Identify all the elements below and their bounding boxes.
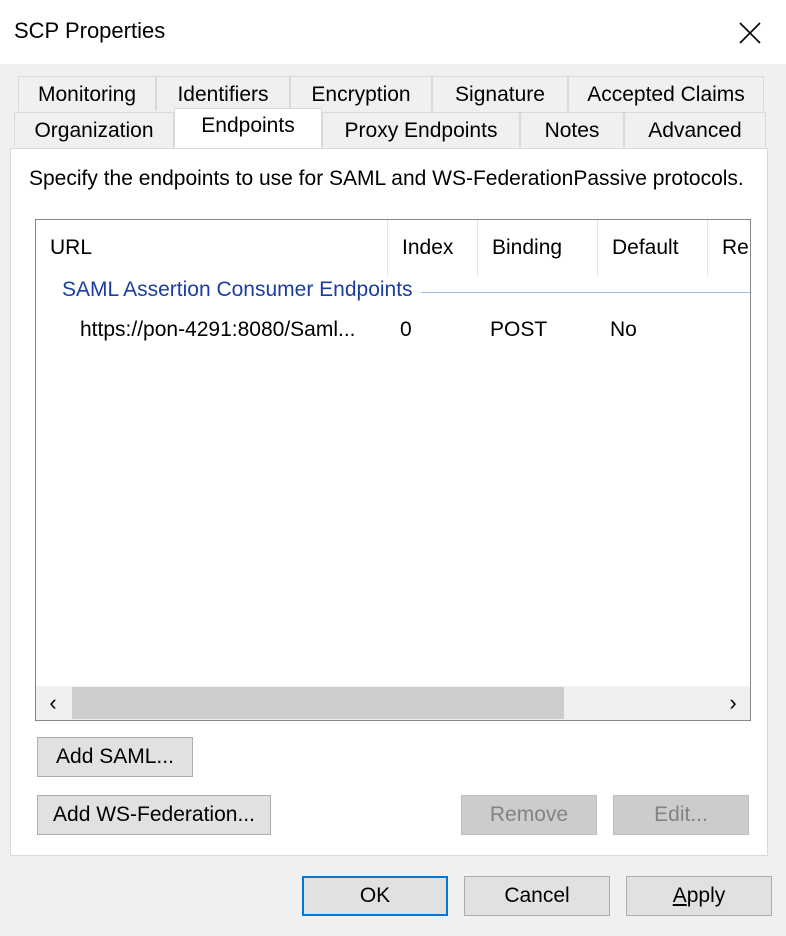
cancel-button[interactable]: Cancel: [464, 876, 610, 916]
tab-signature[interactable]: Signature: [432, 76, 568, 111]
column-header-index[interactable]: Index: [388, 220, 478, 276]
tab-organization[interactable]: Organization: [14, 112, 174, 147]
close-button[interactable]: [728, 12, 772, 52]
add-ws-federation-button[interactable]: Add WS-Federation...: [37, 795, 271, 835]
group-label-saml-acs[interactable]: SAML Assertion Consumer Endpoints: [62, 278, 421, 302]
column-header-binding[interactable]: Binding: [478, 220, 598, 276]
apply-button[interactable]: Apply: [626, 876, 772, 916]
endpoints-tab-page: Specify the endpoints to use for SAML an…: [10, 148, 768, 856]
page-description: Specify the endpoints to use for SAML an…: [29, 167, 744, 190]
tab-proxy-endpoints[interactable]: Proxy Endpoints: [322, 112, 520, 147]
scroll-right-icon[interactable]: ›: [716, 686, 750, 720]
endpoints-list[interactable]: URL Index Binding Default Re SAML Assert…: [35, 219, 751, 721]
scrollbar-thumb[interactable]: [72, 687, 564, 719]
tab-identifiers[interactable]: Identifiers: [156, 76, 290, 111]
tab-endpoints[interactable]: Endpoints: [174, 108, 322, 148]
tab-notes[interactable]: Notes: [520, 112, 624, 147]
tab-accepted-claims[interactable]: Accepted Claims: [568, 76, 764, 111]
edit-button[interactable]: Edit...: [613, 795, 749, 835]
column-header-default[interactable]: Default: [598, 220, 708, 276]
horizontal-scrollbar[interactable]: ‹ ›: [36, 686, 750, 720]
cell-index: 0: [400, 318, 412, 341]
remove-button[interactable]: Remove: [461, 795, 597, 835]
window-title: SCP Properties: [14, 18, 166, 43]
cell-url: https://pon-4291:8080/Saml...: [80, 318, 356, 341]
column-header-re[interactable]: Re: [708, 220, 750, 276]
add-saml-button[interactable]: Add SAML...: [37, 737, 193, 777]
tab-advanced[interactable]: Advanced: [624, 112, 766, 147]
tab-monitoring[interactable]: Monitoring: [18, 76, 156, 111]
tab-encryption[interactable]: Encryption: [290, 76, 432, 111]
ok-button[interactable]: OK: [302, 876, 448, 916]
scroll-left-icon[interactable]: ‹: [36, 686, 70, 720]
title-bar: SCP Properties: [0, 0, 786, 64]
cell-default: No: [610, 318, 637, 341]
close-icon: [739, 22, 761, 44]
column-header-url[interactable]: URL: [36, 220, 388, 276]
cell-binding: POST: [490, 318, 548, 341]
